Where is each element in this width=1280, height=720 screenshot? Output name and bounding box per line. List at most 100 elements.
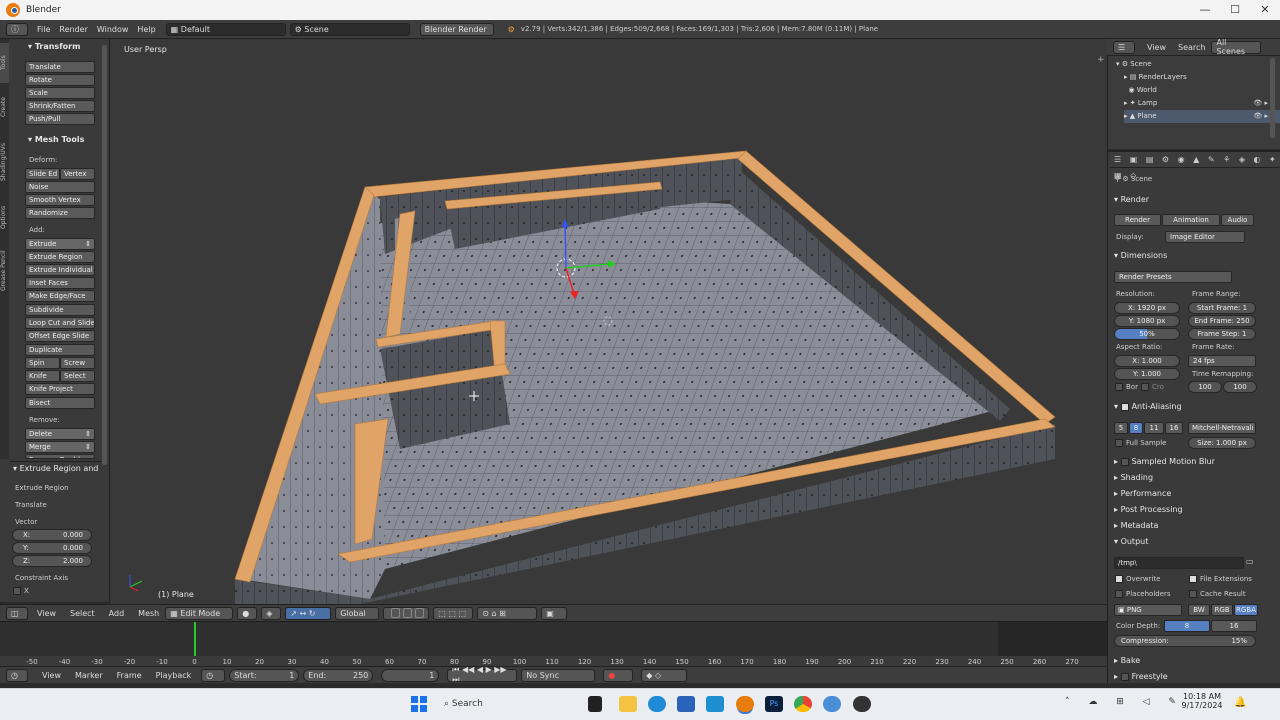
maximize-button[interactable]: ☐ (1220, 0, 1250, 20)
file-extensions-checkbox[interactable]: File Extensions (1189, 575, 1252, 583)
pin-icon[interactable]: ⚲ ⚙ (1115, 175, 1131, 183)
snap-toggles[interactable]: ⊙ ⌂ ⊞ (477, 606, 538, 620)
randomize-button[interactable]: Randomize (25, 207, 95, 219)
aa-filter-select[interactable]: Mitchell-Netravali (1188, 422, 1256, 434)
freestyle-panel-header[interactable]: ▸ Freestyle (1114, 670, 1264, 684)
range-toggle[interactable]: ◷ (201, 668, 226, 682)
visibility-icons[interactable]: 👁 ▸ (1253, 110, 1268, 123)
orientation-select[interactable]: Global (335, 606, 380, 620)
outliner-row-renderlayers[interactable]: ▸ ▤ RenderLayers (1124, 71, 1280, 84)
merge-dropdown[interactable]: Merge ⇕ (25, 441, 95, 453)
scene-selector[interactable]: ⚙ Scene (289, 22, 410, 36)
remap-old-field[interactable]: 100 (1188, 381, 1222, 393)
file-explorer-icon[interactable] (619, 696, 637, 712)
timeline-menu-marker[interactable]: Marker (75, 671, 103, 680)
recorder-icon[interactable] (853, 696, 871, 712)
duplicate-button[interactable]: Duplicate (25, 344, 95, 356)
windows-start-icon[interactable] (410, 695, 428, 713)
timeline[interactable]: -50 -40 -30 -20 -10 0 10 20 30 40 50 60 70 80 90 100 110… (0, 621, 1107, 667)
viewport-menu-select[interactable]: Select (70, 609, 95, 618)
outliner-menu-view[interactable]: View (1147, 43, 1166, 52)
aa-size-field[interactable]: Size: 1.000 px (1188, 437, 1256, 449)
outliner-filter-select[interactable]: All Scenes (1211, 38, 1262, 56)
mesh-tools-panel-header[interactable]: Mesh Tools (28, 135, 85, 144)
knife-project-button[interactable]: Knife Project (25, 383, 95, 395)
offset-edge-slide-button[interactable]: Offset Edge Slide (25, 330, 95, 342)
spin-button[interactable]: Spin (25, 357, 60, 369)
tab-shading-uvs[interactable]: Shading/UVs (0, 131, 9, 193)
motion-blur-panel-header[interactable]: ▸ Sampled Motion Blur (1114, 455, 1264, 469)
shrink-fatten-button[interactable]: Shrink/Fatten (25, 100, 95, 112)
screw-button[interactable]: Screw (60, 357, 95, 369)
inset-faces-button[interactable]: Inset Faces (25, 277, 95, 289)
resolution-x-field[interactable]: X: 1920 px (1114, 302, 1180, 314)
photoshop-icon[interactable]: Ps (765, 696, 783, 712)
knife-button[interactable]: Knife (25, 370, 60, 382)
output-panel-header[interactable]: ▾ Output (1114, 535, 1264, 549)
calculator-icon[interactable] (706, 696, 724, 712)
properties-context-tabs[interactable]: ☰ ▣ ▤ ⚙ ◉ ▲ ✎ ⚘ ◈ ◐ ✦ ▦ ◇ (1110, 152, 1280, 180)
placeholders-checkbox[interactable]: Placeholders (1115, 590, 1171, 598)
manipulator-toggles[interactable]: ↗ ↔ ↻ (285, 606, 332, 620)
3d-viewport[interactable]: User Persp (1) Plane + (110, 39, 1107, 604)
menu-file[interactable]: File (37, 25, 50, 34)
bake-panel-header[interactable]: ▸ Bake (1114, 654, 1264, 668)
chrome-icon[interactable] (794, 696, 812, 712)
anti-aliasing-panel-header[interactable]: ▾ Anti-Aliasing (1114, 400, 1264, 414)
render-button[interactable]: Render (1114, 214, 1161, 226)
tab-create[interactable]: Create (0, 87, 9, 127)
visibility-icons[interactable]: 👁 ▸ (1253, 97, 1268, 110)
sync-select[interactable]: No Sync (521, 668, 596, 682)
dimensions-panel-header[interactable]: ▾ Dimensions (1114, 249, 1264, 263)
taskbar-search[interactable]: ⌕ Search (434, 694, 574, 714)
edge-browser-icon[interactable] (648, 696, 666, 712)
timeline-menu-frame[interactable]: Frame (117, 671, 142, 680)
end-frame-field[interactable]: End: 250 (303, 668, 374, 682)
fps-select[interactable]: 24 fps (1188, 355, 1256, 367)
vector-z-field[interactable]: Z: 2.000 (12, 555, 92, 567)
render-panel-header[interactable]: ▾ Render (1114, 193, 1264, 207)
viewport-menu-add[interactable]: Add (109, 609, 125, 618)
render-engine-select[interactable]: Blender Render (419, 22, 494, 36)
slide-edge-button[interactable]: Slide Ed (25, 168, 60, 180)
tab-grease-pencil[interactable]: Grease Pencil (0, 241, 9, 301)
extrude-dropdown[interactable]: Extrude ⇕ (25, 238, 95, 250)
shading-select[interactable]: ● (237, 606, 258, 620)
tab-options[interactable]: Options (0, 197, 9, 237)
viewport-menu-view[interactable]: View (37, 609, 56, 618)
viewport-expand-icon[interactable]: + (1097, 55, 1105, 65)
menu-window[interactable]: Window (97, 25, 129, 34)
outliner-scrollbar[interactable] (1270, 58, 1275, 138)
outliner-row-world[interactable]: ◉ World (1124, 84, 1280, 97)
render-presets-select[interactable]: Render Presets (1114, 271, 1232, 283)
extrude-region-button[interactable]: Extrude Region (25, 251, 95, 263)
pivot-select[interactable]: ◈ (261, 606, 282, 620)
post-processing-panel-header[interactable]: ▸ Post Processing (1114, 503, 1264, 517)
performance-panel-header[interactable]: ▸ Performance (1114, 487, 1264, 501)
outliner-menu-search[interactable]: Search (1178, 43, 1205, 52)
tool-shelf-scrollbar[interactable] (102, 45, 107, 465)
operator-panel-header[interactable]: Extrude Region and (13, 464, 99, 473)
timeline-editor-type-icon[interactable]: ◷ (6, 668, 28, 682)
channel-bw[interactable]: BW (1188, 604, 1210, 616)
aa-samples-8[interactable]: 8 (1129, 422, 1143, 434)
shading-panel-header[interactable]: ▸ Shading (1114, 471, 1264, 485)
keying-toggles[interactable]: ● (603, 668, 634, 682)
remap-new-field[interactable]: 100 (1223, 381, 1257, 393)
aa-samples-11[interactable]: 11 (1144, 422, 1164, 434)
border-checkbox[interactable]: Bor (1115, 383, 1138, 391)
push-pull-button[interactable]: Push/Pull (25, 113, 95, 125)
make-edge-face-button[interactable]: Make Edge/Face (25, 290, 95, 302)
full-sample-checkbox[interactable]: Full Sample (1115, 439, 1166, 447)
crop-checkbox[interactable]: Cro (1141, 383, 1164, 391)
menu-help[interactable]: Help (137, 25, 155, 34)
select-mode-toggles[interactable]: ⬚ ⬚ ⬚ (433, 606, 474, 620)
taskbar-clock[interactable]: 10:18 AM 9/17/2024 (1180, 692, 1224, 710)
overwrite-checkbox[interactable]: Overwrite (1115, 575, 1160, 583)
loop-cut-slide-button[interactable]: Loop Cut and Slide (25, 317, 95, 329)
aspect-x-field[interactable]: X: 1.000 (1114, 355, 1180, 367)
metadata-panel-header[interactable]: ▸ Metadata (1114, 519, 1264, 533)
scale-button[interactable]: Scale (25, 87, 95, 99)
channel-rgb[interactable]: RGB (1211, 604, 1233, 616)
extrude-individual-button[interactable]: Extrude Individual (25, 264, 95, 276)
